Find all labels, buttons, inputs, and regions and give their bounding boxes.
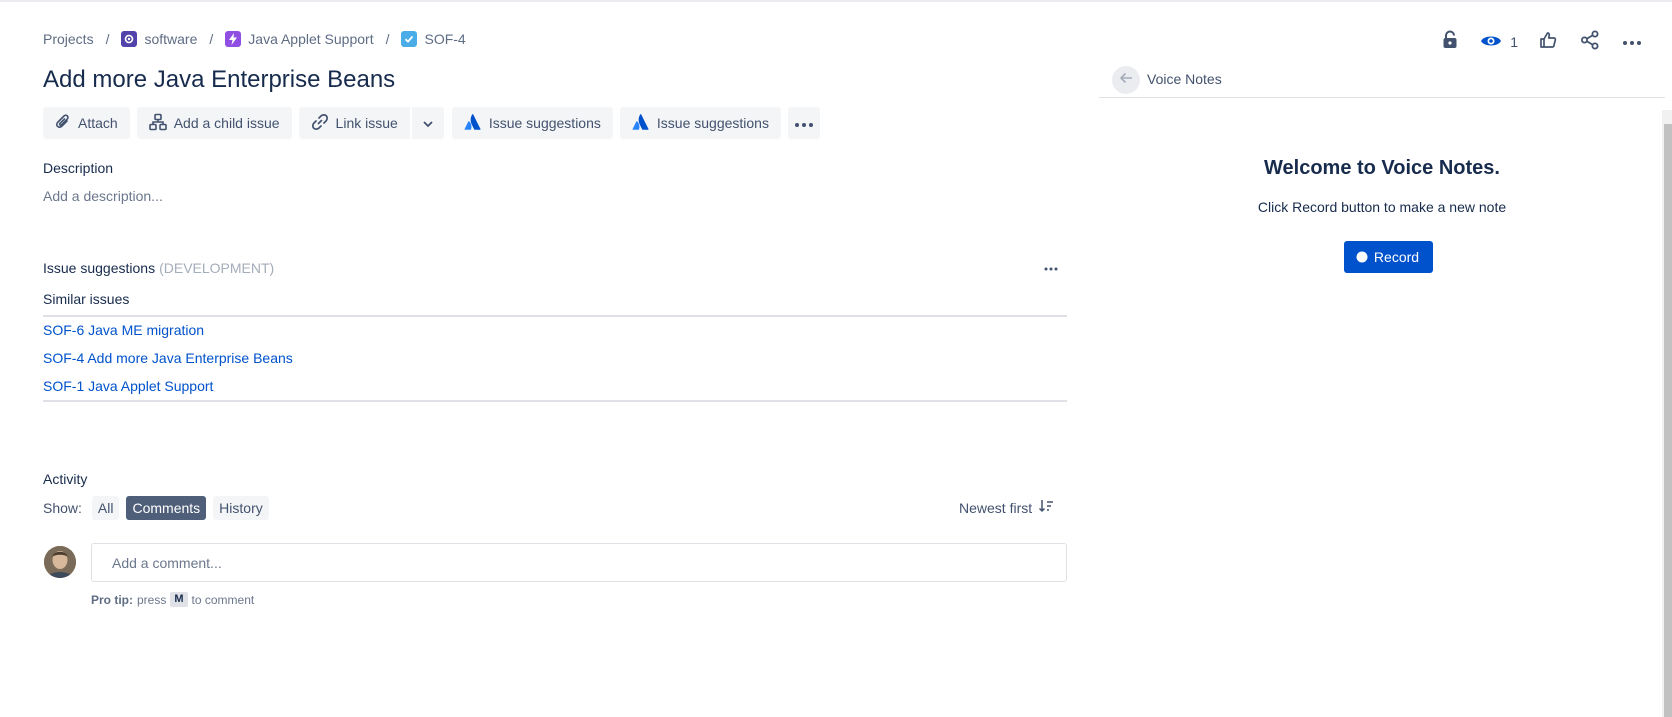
eye-icon bbox=[1480, 33, 1502, 52]
suggestions-tag: (DEVELOPMENT) bbox=[159, 260, 275, 276]
more-icon bbox=[1622, 33, 1642, 51]
filter-history[interactable]: History bbox=[213, 496, 269, 520]
issue-toolbar: Attach Add a child issue Link issue Issu… bbox=[43, 107, 827, 139]
sort-icon bbox=[1038, 499, 1054, 516]
watch-button[interactable]: 1 bbox=[1474, 28, 1524, 56]
top-border bbox=[0, 0, 1672, 2]
breadcrumb-project[interactable]: software bbox=[121, 31, 197, 47]
divider bbox=[43, 315, 1067, 317]
issue-actions: 1 bbox=[1426, 28, 1650, 56]
pro-tip-label: Pro tip: bbox=[91, 592, 133, 607]
activity-filters: Show: All Comments History bbox=[43, 496, 276, 520]
filter-all[interactable]: All bbox=[91, 496, 120, 520]
suggestions-more-button[interactable] bbox=[1044, 258, 1058, 276]
description-field[interactable]: Add a description... bbox=[43, 188, 163, 204]
voice-notes-welcome: Welcome to Voice Notes. bbox=[1264, 157, 1500, 179]
scrollbar-thumb[interactable] bbox=[1664, 124, 1672, 717]
atlassian-icon bbox=[464, 113, 482, 134]
issue-suggestions-button-2[interactable]: Issue suggestions bbox=[619, 107, 781, 139]
suggestions-title: Issue suggestions bbox=[43, 260, 156, 276]
toolbar-more-button[interactable] bbox=[787, 107, 820, 139]
breadcrumb-separator: / bbox=[209, 31, 214, 47]
project-icon bbox=[121, 31, 138, 47]
sort-order-button[interactable]: Newest first bbox=[959, 499, 1054, 516]
link-icon bbox=[311, 113, 329, 134]
more-icon bbox=[794, 115, 814, 131]
checkbox-icon bbox=[401, 31, 418, 47]
pro-tip: Pro tip: press M to comment bbox=[91, 592, 255, 607]
lock-icon bbox=[1441, 30, 1459, 55]
arrow-left-icon bbox=[1119, 71, 1133, 89]
link-issue-split-button: Link issue bbox=[298, 107, 444, 139]
activity-label: Activity bbox=[43, 471, 88, 487]
atlassian-icon bbox=[632, 113, 650, 134]
more-icon bbox=[1044, 258, 1058, 275]
breadcrumb-separator: / bbox=[385, 31, 390, 47]
more-actions-button[interactable] bbox=[1614, 28, 1650, 56]
vote-button[interactable] bbox=[1530, 28, 1566, 56]
share-icon bbox=[1580, 30, 1600, 55]
similar-issue-link[interactable]: SOF-1 Java Applet Support bbox=[43, 378, 213, 394]
issue-suggestions-button[interactable]: Issue suggestions bbox=[451, 107, 613, 139]
description-label: Description bbox=[43, 160, 114, 176]
voice-notes-title: Voice Notes bbox=[1147, 71, 1222, 87]
share-button[interactable] bbox=[1572, 28, 1608, 56]
thumbs-up-icon bbox=[1539, 31, 1557, 54]
record-button[interactable]: Record bbox=[1344, 241, 1433, 273]
chevron-down-icon bbox=[422, 115, 434, 131]
voice-notes-subtitle: Click Record button to make a new note bbox=[1257, 199, 1507, 215]
divider bbox=[43, 400, 1067, 402]
breadcrumb-separator: / bbox=[105, 31, 110, 47]
hierarchy-icon bbox=[148, 113, 167, 134]
lightning-icon bbox=[225, 31, 242, 47]
breadcrumb-projects[interactable]: Projects bbox=[43, 31, 94, 47]
breadcrumb-epic[interactable]: Java Applet Support bbox=[225, 31, 374, 47]
breadcrumb: Projects / software / Java Applet Suppor… bbox=[43, 31, 466, 47]
suggestions-header: Issue suggestions (DEVELOPMENT) bbox=[43, 260, 274, 276]
filter-comments[interactable]: Comments bbox=[126, 496, 207, 520]
similar-issues-label: Similar issues bbox=[43, 291, 130, 307]
similar-issue-link[interactable]: SOF-6 Java ME migration bbox=[43, 322, 204, 338]
add-child-issue-button[interactable]: Add a child issue bbox=[136, 107, 292, 139]
comment-input[interactable] bbox=[91, 543, 1067, 582]
restrict-button[interactable] bbox=[1432, 28, 1468, 56]
watch-count: 1 bbox=[1510, 34, 1518, 50]
panel-divider bbox=[1099, 97, 1665, 98]
breadcrumb-issue[interactable]: SOF-4 bbox=[401, 31, 466, 47]
paperclip-icon bbox=[55, 113, 71, 134]
link-issue-dropdown[interactable] bbox=[409, 107, 444, 139]
record-icon bbox=[1357, 253, 1366, 261]
keyboard-key: M bbox=[170, 592, 188, 607]
back-button[interactable] bbox=[1112, 66, 1140, 94]
attach-button[interactable]: Attach bbox=[43, 107, 130, 139]
link-issue-button[interactable]: Link issue bbox=[298, 107, 410, 139]
similar-issue-link[interactable]: SOF-4 Add more Java Enterprise Beans bbox=[43, 350, 293, 366]
avatar bbox=[44, 546, 76, 578]
issue-title[interactable]: Add more Java Enterprise Beans bbox=[43, 66, 395, 94]
show-label: Show: bbox=[43, 500, 82, 516]
